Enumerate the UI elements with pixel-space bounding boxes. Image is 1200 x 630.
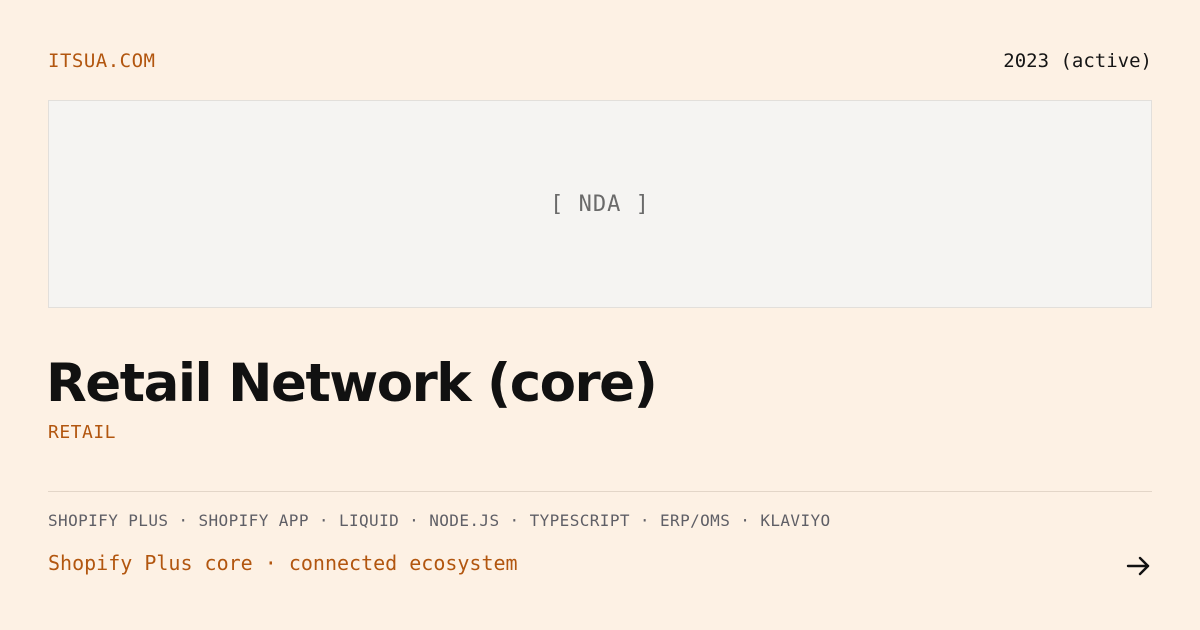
tech-stack-list: SHOPIFY PLUS · SHOPIFY APP · LIQUID · NO… — [48, 511, 831, 530]
divider — [48, 491, 1152, 492]
project-title: Retail Network (core) — [46, 353, 658, 414]
year-label: 2023 (active) — [1003, 50, 1152, 72]
nda-label: [ NDA ] — [550, 191, 650, 217]
preview-placeholder: [ NDA ] — [48, 100, 1152, 308]
site-label[interactable]: ITSUA.COM — [48, 50, 155, 72]
project-tagline: Shopify Plus core · connected ecosystem — [48, 551, 518, 575]
arrow-right-icon[interactable] — [1126, 554, 1152, 578]
category-label: RETAIL — [48, 422, 117, 443]
